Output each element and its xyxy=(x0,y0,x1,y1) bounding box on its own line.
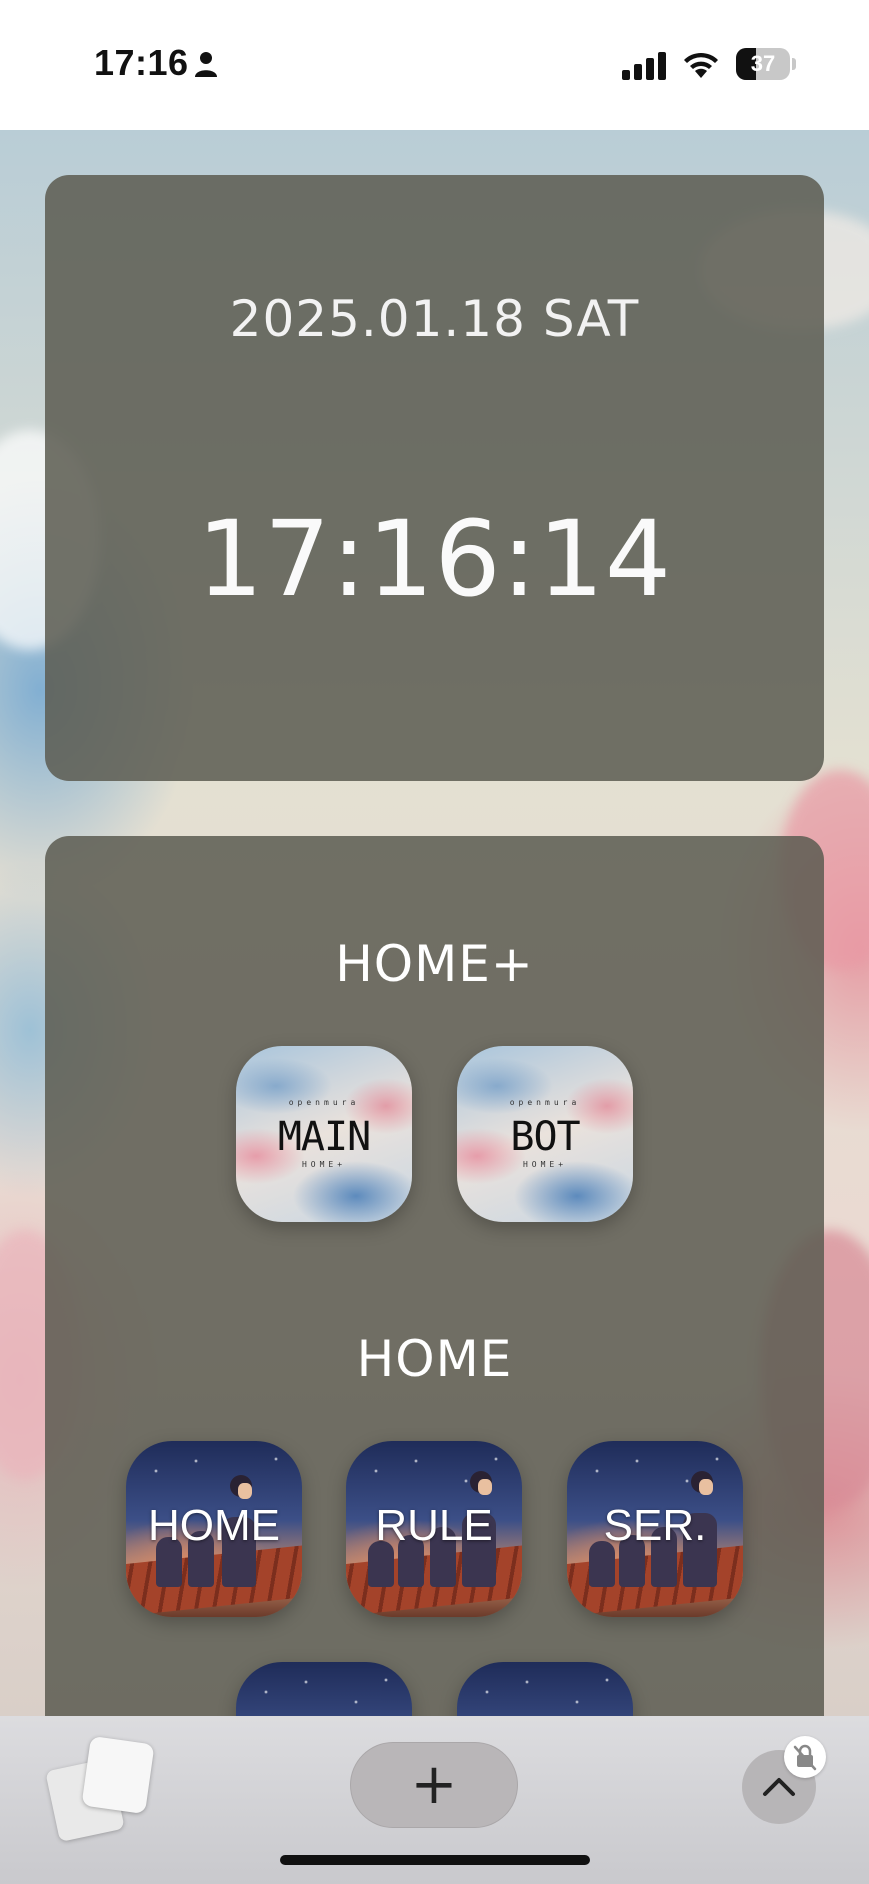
clock-widget xyxy=(45,175,824,781)
section-title-home-plus: HOME+ xyxy=(335,935,534,993)
app-brand-text: openmura xyxy=(509,1098,581,1107)
section-title-home: HOME xyxy=(356,1330,513,1388)
status-bar: 17:16 37 xyxy=(0,0,869,130)
home-indicator[interactable] xyxy=(280,1855,590,1865)
app-label: SER. xyxy=(603,1501,707,1550)
lock-slash-icon[interactable] xyxy=(784,1736,826,1778)
app-icon-bot[interactable]: openmura BOT HOME+ xyxy=(457,1046,633,1222)
app-label: RULE xyxy=(375,1501,493,1550)
app-icon-rule[interactable]: RULE xyxy=(346,1441,522,1617)
app-icon-home[interactable]: HOME xyxy=(126,1441,302,1617)
wifi-icon xyxy=(684,52,718,78)
app-subtitle: HOME+ xyxy=(301,1160,347,1169)
app-label: BOT xyxy=(510,1114,580,1160)
new-tab-button[interactable]: + xyxy=(350,1742,518,1828)
plus-icon: + xyxy=(410,1752,458,1817)
app-label: MAIN xyxy=(277,1114,371,1160)
app-subtitle: HOME+ xyxy=(522,1160,568,1169)
battery-level: 37 xyxy=(750,51,776,76)
battery-tip xyxy=(792,58,796,70)
cellular-signal-icon xyxy=(622,52,666,80)
clock-date: 2025.01.18 SAT xyxy=(229,290,640,348)
app-brand-text: openmura xyxy=(288,1098,360,1107)
app-icon-ser[interactable]: SER. xyxy=(567,1441,743,1617)
battery-icon: 37 xyxy=(736,48,790,80)
clock-time: 17:16:14 xyxy=(196,498,673,620)
tabs-icon[interactable] xyxy=(45,1735,162,1843)
app-icon-main[interactable]: openmura MAIN HOME+ xyxy=(236,1046,412,1222)
app-label: HOME xyxy=(148,1501,280,1550)
person-icon xyxy=(195,52,217,77)
status-time: 17:16 xyxy=(94,42,189,83)
